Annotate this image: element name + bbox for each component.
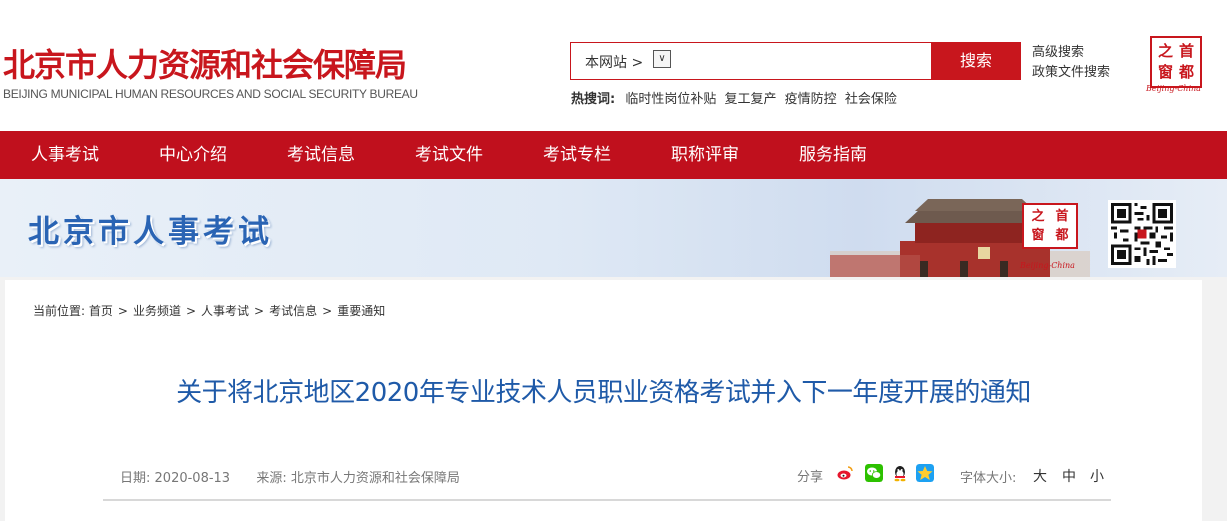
nav-item-exam-info[interactable]: 考试信息 (287, 131, 355, 179)
breadcrumb-separator: > (185, 304, 197, 318)
article-date: 2020-08-13 (154, 471, 231, 486)
main-nav: 人事考试 中心介绍 考试信息 考试文件 考试专栏 职称评审 服务指南 (0, 131, 1227, 179)
article-source: 北京市人力资源和社会保障局 (290, 471, 460, 486)
nav-item-exam-column[interactable]: 考试专栏 (543, 131, 611, 179)
breadcrumb-item[interactable]: 考试信息 (269, 304, 317, 318)
logo-caption: Beijing-China (1146, 84, 1201, 93)
logo-char: 首 (1178, 42, 1194, 60)
article-meta: 日期: 2020-08-13 来源: 北京市人力资源和社会保障局 (120, 467, 460, 486)
nav-item-exam[interactable]: 人事考试 (31, 131, 99, 179)
search-box: 本网站 > ∨ 搜索 (570, 42, 1021, 80)
source-label: 来源: (256, 471, 287, 486)
share-label: 分享 (797, 470, 824, 485)
logo-char: 之 (1031, 209, 1045, 224)
advanced-search-link[interactable]: 高级搜索 (1032, 43, 1110, 63)
search-scope-dropdown[interactable]: ∨ (653, 50, 671, 68)
date-label: 日期: (120, 471, 151, 486)
banner-title: 北京市人事考试 (28, 214, 273, 250)
banner-capital-window-logo: 之 首 窗 都 (1022, 203, 1078, 249)
hot-search: 热搜词: 临时性岗位补贴 复工复产 疫情防控 社会保险 (571, 88, 901, 107)
logo-char: 窗 (1031, 228, 1045, 243)
wechat-icon[interactable] (865, 464, 883, 482)
nav-item-center[interactable]: 中心介绍 (159, 131, 227, 179)
breadcrumb-item[interactable]: 业务频道 (133, 304, 181, 318)
breadcrumb-item[interactable]: 首页 (89, 304, 113, 318)
capital-window-logo[interactable]: 之 首 窗 都 (1150, 36, 1202, 88)
site-title[interactable]: 北京市人力资源和社会保障局 (3, 40, 407, 86)
breadcrumb-separator: > (254, 304, 265, 318)
font-size-label: 字体大小: (960, 471, 1017, 486)
search-button[interactable]: 搜索 (931, 42, 1021, 80)
site-header: 北京市人力资源和社会保障局 BEIJING MUNICIPAL HUMAN RE… (0, 0, 1227, 131)
breadcrumb-item[interactable]: 人事考试 (201, 304, 249, 318)
font-size-large[interactable]: 大 (1033, 466, 1047, 486)
breadcrumb-label: 当前位置: (33, 304, 86, 318)
logo-char: 窗 (1157, 63, 1173, 81)
policy-search-link[interactable]: 政策文件搜索 (1032, 63, 1110, 83)
article-panel: 当前位置: 首页 > 业务频道 > 人事考试 > 考试信息 > 重要通知 关于将北京地区2020… (5, 280, 1202, 521)
nav-item-service-guide[interactable]: 服务指南 (799, 131, 867, 179)
logo-char: 都 (1178, 63, 1194, 81)
breadcrumb: 当前位置: 首页 > 业务频道 > 人事考试 > 考试信息 > 重要通知 (33, 302, 385, 319)
meta-divider (103, 499, 1111, 501)
weibo-icon[interactable] (836, 464, 854, 482)
hot-search-term[interactable]: 社会保险 (845, 92, 897, 107)
hot-search-term[interactable]: 疫情防控 (785, 92, 837, 107)
banner-logo-caption: Beijing-China (1020, 261, 1075, 270)
banner: 北京市人事考试 之 首 窗 都 Beijing-China (0, 179, 1227, 277)
site-subtitle-en: BEIJING MUNICIPAL HUMAN RESOURCES AND SO… (3, 87, 418, 101)
hot-search-term[interactable]: 临时性岗位补贴 (625, 92, 716, 107)
font-size-small[interactable]: 小 (1090, 466, 1104, 486)
nav-item-title-review[interactable]: 职称评审 (671, 131, 739, 179)
search-scope-label: 本网站 > (585, 55, 644, 71)
font-size-medium[interactable]: 中 (1062, 466, 1076, 486)
article-title: 关于将北京地区2020年专业技术人员职业资格考试并入下一年度开展的通知 (176, 378, 1031, 408)
nav-item-exam-docs[interactable]: 考试文件 (415, 131, 483, 179)
qr-code-icon[interactable] (1108, 200, 1176, 268)
logo-char: 首 (1055, 209, 1069, 224)
hot-search-label: 热搜词: (571, 92, 616, 107)
qq-icon[interactable] (891, 464, 909, 482)
hot-search-term[interactable]: 复工复产 (725, 92, 777, 107)
qzone-icon[interactable] (916, 464, 934, 482)
breadcrumb-separator: > (322, 304, 333, 318)
search-input[interactable] (679, 45, 933, 79)
breadcrumb-item[interactable]: 重要通知 (337, 304, 385, 318)
logo-char: 之 (1157, 42, 1173, 60)
logo-char: 都 (1055, 228, 1069, 243)
search-links: 高级搜索 政策文件搜索 (1032, 43, 1110, 83)
breadcrumb-separator: > (117, 304, 128, 318)
